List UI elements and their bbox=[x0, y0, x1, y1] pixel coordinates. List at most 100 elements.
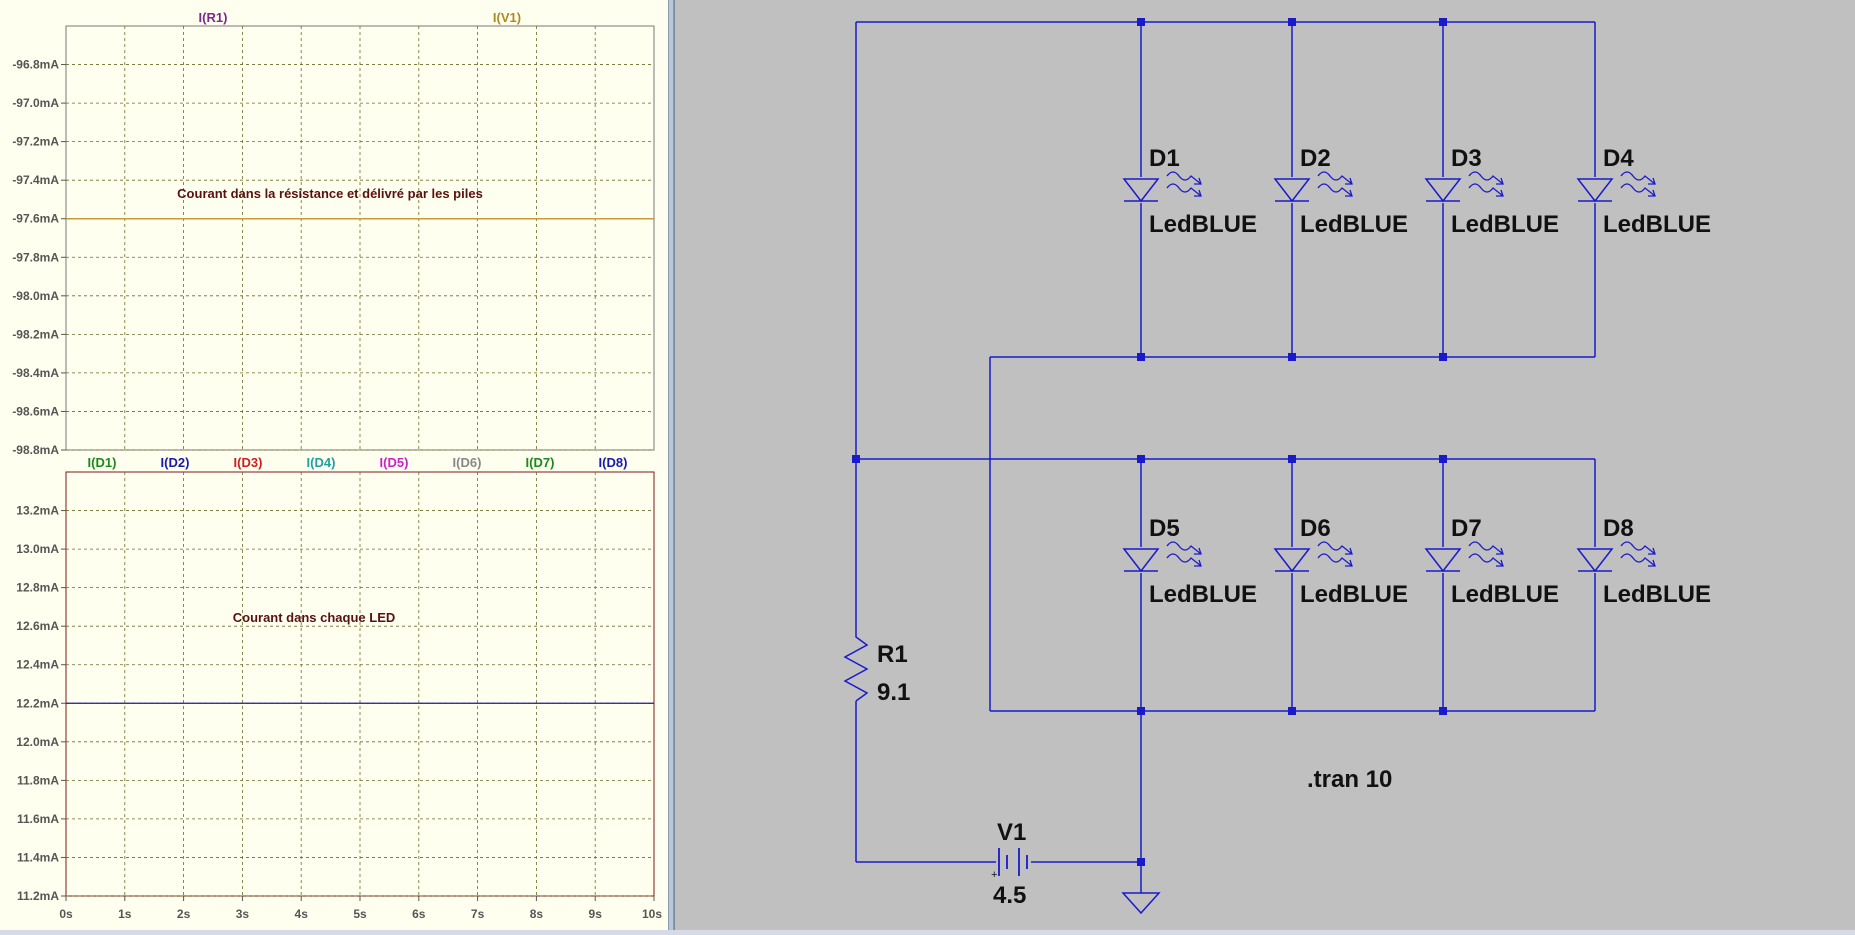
y-tick-label: 12.8mA bbox=[16, 581, 59, 595]
trace-label-i-r1[interactable]: I(R1) bbox=[199, 10, 228, 25]
junction-dot bbox=[1137, 353, 1145, 361]
junction-dot bbox=[1439, 455, 1447, 463]
y-tick-label: -98.4mA bbox=[12, 366, 59, 380]
resistor-r1[interactable]: R1 9.1 bbox=[843, 627, 910, 706]
led-body-mask bbox=[1577, 547, 1613, 573]
x-tick-label: 4s bbox=[295, 907, 309, 921]
led-ref[interactable]: D4 bbox=[1603, 145, 1634, 172]
schematic-editor[interactable]: R1 9.1 + V1 4.5 D1 LedBLUE D2 LedBLUE D3 LedB… bbox=[674, 0, 1855, 930]
y-tick-label: 11.4mA bbox=[17, 850, 59, 864]
x-tick-label: 1s bbox=[118, 907, 132, 921]
trace-label-i-d8[interactable]: I(D8) bbox=[599, 455, 628, 470]
led-ref[interactable]: D1 bbox=[1149, 145, 1180, 172]
y-tick-label: -97.6mA bbox=[12, 212, 59, 226]
y-tick-label: 12.4mA bbox=[16, 658, 59, 672]
light-emission-arrow-icon bbox=[1166, 553, 1202, 567]
junction-dot bbox=[1439, 707, 1447, 715]
led-model[interactable]: LedBLUE bbox=[1451, 211, 1559, 238]
x-tick-label: 10s bbox=[642, 907, 662, 921]
led-diodes[interactable]: D1 LedBLUE D2 LedBLUE D3 LedBLUE D4 LedBLUE D5 Le… bbox=[1122, 145, 1711, 608]
y-tick-label: 12.0mA bbox=[16, 735, 59, 749]
led-model[interactable]: LedBLUE bbox=[1451, 581, 1559, 608]
plot-x-axis: 0s 1s 2s 3s 4s 5s 6s 7s 8s 9s 10s bbox=[59, 896, 662, 921]
trace-label-i-d6[interactable]: I(D6) bbox=[453, 455, 482, 470]
led-model[interactable]: LedBLUE bbox=[1603, 211, 1711, 238]
battery-polarity: + bbox=[991, 869, 997, 881]
led-ref[interactable]: D6 bbox=[1300, 515, 1331, 542]
spice-directive[interactable]: .tran 10 bbox=[1307, 766, 1392, 793]
waveform-plot[interactable]: I(R1) I(V1) -96.8mA -97.0mA -97.2mA -97.4mA… bbox=[0, 0, 668, 930]
y-tick-label: -98.8mA bbox=[12, 443, 59, 457]
led-d5[interactable]: D5 LedBLUE bbox=[1122, 515, 1257, 608]
trace-label-i-d4[interactable]: I(D4) bbox=[307, 455, 336, 470]
ground-symbol[interactable] bbox=[1121, 892, 1161, 915]
led-model[interactable]: LedBLUE bbox=[1300, 211, 1408, 238]
junction-dot bbox=[1288, 18, 1296, 26]
plot-bottom-pane[interactable]: I(D1) I(D2) I(D3) I(D4) I(D5) I(D6) I(D7… bbox=[16, 455, 655, 903]
led-body-mask bbox=[1123, 547, 1159, 573]
junction-dot bbox=[1137, 18, 1145, 26]
y-tick-label: -98.2mA bbox=[12, 327, 59, 341]
led-model[interactable]: LedBLUE bbox=[1603, 581, 1711, 608]
junction-dot bbox=[1288, 353, 1296, 361]
voltage-source-v1[interactable]: + V1 4.5 bbox=[991, 819, 1028, 909]
plot-top-annotation[interactable]: Courant dans la résistance et délivré pa… bbox=[177, 186, 483, 201]
x-tick-label: 0s bbox=[59, 907, 73, 921]
junction-dot bbox=[1137, 707, 1145, 715]
led-d1[interactable]: D1 LedBLUE bbox=[1122, 145, 1257, 238]
trace-label-i-v1[interactable]: I(V1) bbox=[493, 10, 521, 25]
led-d7[interactable]: D7 LedBLUE bbox=[1424, 515, 1559, 608]
led-d3[interactable]: D3 LedBLUE bbox=[1424, 145, 1559, 238]
y-tick-label: 11.8mA bbox=[17, 773, 59, 787]
led-body-mask bbox=[1425, 177, 1461, 203]
led-model[interactable]: LedBLUE bbox=[1149, 211, 1257, 238]
led-ref[interactable]: D7 bbox=[1451, 515, 1482, 542]
led-model[interactable]: LedBLUE bbox=[1300, 581, 1408, 608]
led-body-mask bbox=[1425, 547, 1461, 573]
resistor-symbol[interactable] bbox=[843, 627, 869, 702]
led-d6[interactable]: D6 LedBLUE bbox=[1273, 515, 1408, 608]
x-tick-label: 8s bbox=[530, 907, 544, 921]
led-model[interactable]: LedBLUE bbox=[1149, 581, 1257, 608]
y-tick-label: -97.2mA bbox=[12, 135, 59, 149]
x-tick-label: 6s bbox=[412, 907, 426, 921]
led-d4[interactable]: D4 LedBLUE bbox=[1576, 145, 1711, 238]
led-body-mask bbox=[1123, 177, 1159, 203]
led-d8[interactable]: D8 LedBLUE bbox=[1576, 515, 1711, 608]
junction-dot bbox=[1439, 353, 1447, 361]
light-emission-arrow-icon bbox=[1620, 553, 1656, 567]
trace-label-i-d2[interactable]: I(D2) bbox=[161, 455, 190, 470]
led-body-mask bbox=[1274, 547, 1310, 573]
waveform-viewer[interactable]: I(R1) I(V1) -96.8mA -97.0mA -97.2mA -97.4mA… bbox=[0, 0, 668, 930]
plot-bottom-annotation[interactable]: Courant dans chaque LED bbox=[233, 610, 396, 625]
source-ref[interactable]: V1 bbox=[997, 819, 1026, 846]
trace-label-i-d7[interactable]: I(D7) bbox=[526, 455, 555, 470]
x-tick-label: 3s bbox=[236, 907, 250, 921]
resistor-ref[interactable]: R1 bbox=[877, 641, 908, 668]
led-ref[interactable]: D3 bbox=[1451, 145, 1482, 172]
trace-label-i-d1[interactable]: I(D1) bbox=[88, 455, 117, 470]
led-d2[interactable]: D2 LedBLUE bbox=[1273, 145, 1408, 238]
light-emission-arrow-icon bbox=[1620, 183, 1656, 197]
wires[interactable] bbox=[855, 21, 1596, 893]
plot-bottom-y-axis: 13.2mA 13.0mA 12.8mA 12.6mA 12.4mA 12.2mA 12.0… bbox=[16, 504, 66, 903]
led-ref[interactable]: D8 bbox=[1603, 515, 1634, 542]
light-emission-arrow-icon bbox=[1468, 183, 1504, 197]
source-value[interactable]: 4.5 bbox=[993, 882, 1026, 909]
schematic-canvas[interactable]: R1 9.1 + V1 4.5 D1 LedBLUE D2 LedBLUE D3 LedB… bbox=[675, 0, 1855, 930]
light-emission-arrow-icon bbox=[1620, 171, 1656, 185]
y-tick-label: 12.6mA bbox=[16, 619, 59, 633]
led-ref[interactable]: D2 bbox=[1300, 145, 1331, 172]
plot-bottom-grid bbox=[66, 472, 654, 897]
plot-top-pane[interactable]: I(R1) I(V1) -96.8mA -97.0mA -97.2mA -97.4mA… bbox=[12, 10, 655, 457]
trace-label-i-d3[interactable]: I(D3) bbox=[234, 455, 263, 470]
resistor-value[interactable]: 9.1 bbox=[877, 679, 910, 706]
junction-dot bbox=[1137, 455, 1145, 463]
trace-label-i-d5[interactable]: I(D5) bbox=[380, 455, 409, 470]
led-ref[interactable]: D5 bbox=[1149, 515, 1180, 542]
y-tick-label: -97.8mA bbox=[12, 250, 59, 264]
y-tick-label: -96.8mA bbox=[12, 58, 59, 72]
led-body-mask bbox=[1577, 177, 1613, 203]
light-emission-arrow-icon bbox=[1166, 541, 1202, 555]
light-emission-arrow-icon bbox=[1317, 183, 1353, 197]
